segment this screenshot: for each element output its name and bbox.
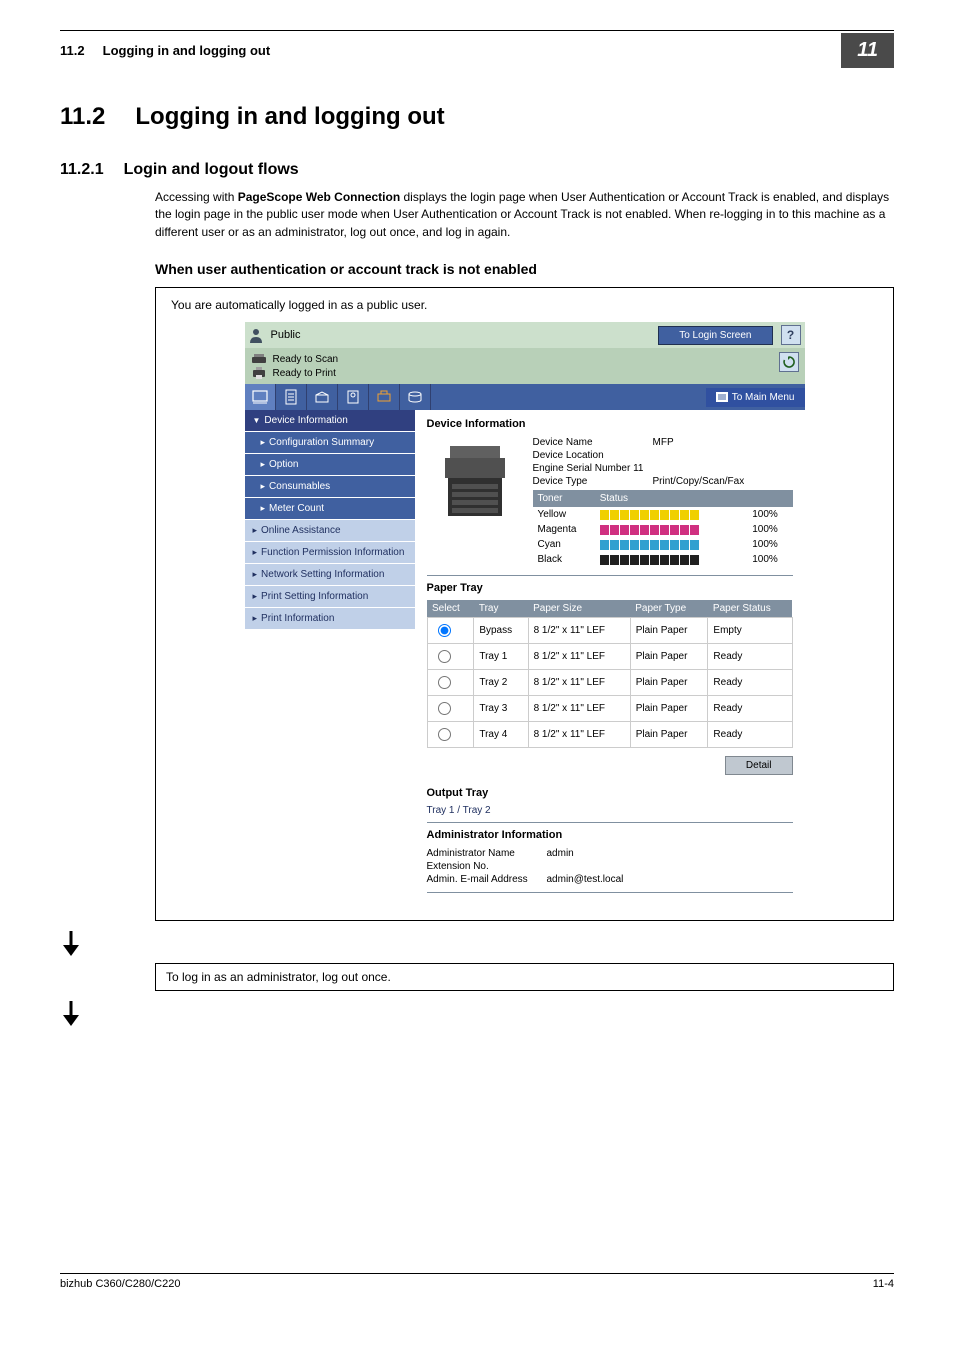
help-icon[interactable]: ? [781, 325, 801, 345]
sidebar-item-consumables[interactable]: Consumables [245, 476, 415, 498]
table-row: Tray 28 1/2" x 11" LEFPlain PaperReady [427, 670, 792, 696]
breadcrumb-section: 11.2 [60, 43, 85, 58]
subsection-title: Login and logout flows [124, 161, 299, 179]
toner-pct: 100% [747, 507, 792, 522]
toner-pct: 100% [747, 522, 792, 537]
section-title: Logging in and logging out [135, 103, 444, 131]
tab-storage-icon[interactable] [400, 384, 431, 410]
content-title: Device Information [427, 418, 793, 430]
tab-system-icon[interactable] [245, 384, 276, 410]
paper-tray-heading: Paper Tray [427, 582, 793, 594]
sidebar-item-config-summary[interactable]: Configuration Summary [245, 432, 415, 454]
toner-name: Black [533, 552, 595, 567]
toner-table: TonerStatus Yellow100%Magenta100%Cyan100… [533, 490, 793, 567]
status-scan-row: Ready to Scan [251, 352, 779, 366]
table-row: Tray 38 1/2" x 11" LEFPlain PaperReady [427, 696, 792, 722]
breadcrumb: 11.2 Logging in and logging out [60, 43, 270, 58]
to-login-button[interactable]: To Login Screen [658, 326, 772, 345]
toner-name: Yellow [533, 507, 595, 522]
web-connection-screenshot: Public To Login Screen ? Ready to Scan R [245, 322, 805, 905]
sidebar-item-print-info[interactable]: Print Information [245, 608, 415, 630]
tray-radio[interactable] [438, 650, 451, 663]
tray-radio[interactable] [438, 624, 451, 637]
table-row: Tray 18 1/2" x 11" LEFPlain PaperReady [427, 644, 792, 670]
user-icon [249, 327, 263, 343]
tray-radio[interactable] [438, 676, 451, 689]
flow-arrow-icon [60, 931, 894, 957]
screenshot-container: You are automatically logged in as a pub… [155, 287, 894, 921]
step2-box: To log in as an administrator, log out o… [155, 963, 894, 991]
sidebar-item-device-info[interactable]: Device Information [245, 410, 415, 432]
toner-name: Cyan [533, 537, 595, 552]
sidebar-item-print-setting[interactable]: Print Setting Information [245, 586, 415, 608]
tray-radio[interactable] [438, 728, 451, 741]
printer-icon [251, 367, 267, 379]
breadcrumb-title: Logging in and logging out [103, 43, 271, 58]
sidebar-item-option[interactable]: Option [245, 454, 415, 476]
subsection-number: 11.2.1 [60, 161, 104, 179]
paper-tray-table: Select Tray Paper Size Paper Type Paper … [427, 600, 793, 748]
chapter-badge: 11 [841, 33, 894, 68]
flow-arrow-icon [60, 1001, 894, 1027]
tray-radio[interactable] [438, 702, 451, 715]
sidebar-item-func-perm[interactable]: Function Permission Information [245, 542, 415, 564]
toner-pct: 100% [747, 552, 792, 567]
toner-name: Magenta [533, 522, 595, 537]
output-tray-heading: Output Tray [427, 787, 793, 799]
toner-pct: 100% [747, 537, 792, 552]
tab-job-icon[interactable] [276, 384, 307, 410]
menu-list-icon [716, 392, 728, 402]
case-heading: When user authentication or account trac… [155, 261, 894, 277]
table-row: Bypass8 1/2" x 11" LEFPlain PaperEmpty [427, 618, 792, 644]
output-tray-value: Tray 1 / Tray 2 [427, 805, 793, 816]
refresh-icon[interactable] [779, 352, 799, 372]
to-main-menu-button[interactable]: To Main Menu [706, 388, 805, 407]
sidebar-nav: Device Information Configuration Summary… [245, 410, 415, 905]
table-row: Tray 48 1/2" x 11" LEFPlain PaperReady [427, 722, 792, 748]
section-number: 11.2 [60, 103, 105, 131]
admin-info-heading: Administrator Information [427, 829, 793, 841]
tab-box-icon[interactable] [307, 384, 338, 410]
current-user-label: Public [267, 329, 655, 341]
sidebar-item-net-setting[interactable]: Network Setting Information [245, 564, 415, 586]
box-intro-text: You are automatically logged in as a pub… [171, 298, 878, 312]
detail-button[interactable]: Detail [725, 756, 793, 775]
footer-page: 11-4 [873, 1278, 894, 1290]
status-print-row: Ready to Print [251, 366, 779, 380]
tab-print-icon[interactable] [369, 384, 400, 410]
tab-address-icon[interactable] [338, 384, 369, 410]
scanner-icon [251, 353, 267, 365]
sidebar-item-online-assist[interactable]: Online Assistance [245, 520, 415, 542]
sidebar-item-meter[interactable]: Meter Count [245, 498, 415, 520]
device-image [427, 436, 523, 526]
subsection-body: Accessing with PageScope Web Connection … [155, 189, 894, 241]
footer-model: bizhub C360/C280/C220 [60, 1278, 180, 1290]
